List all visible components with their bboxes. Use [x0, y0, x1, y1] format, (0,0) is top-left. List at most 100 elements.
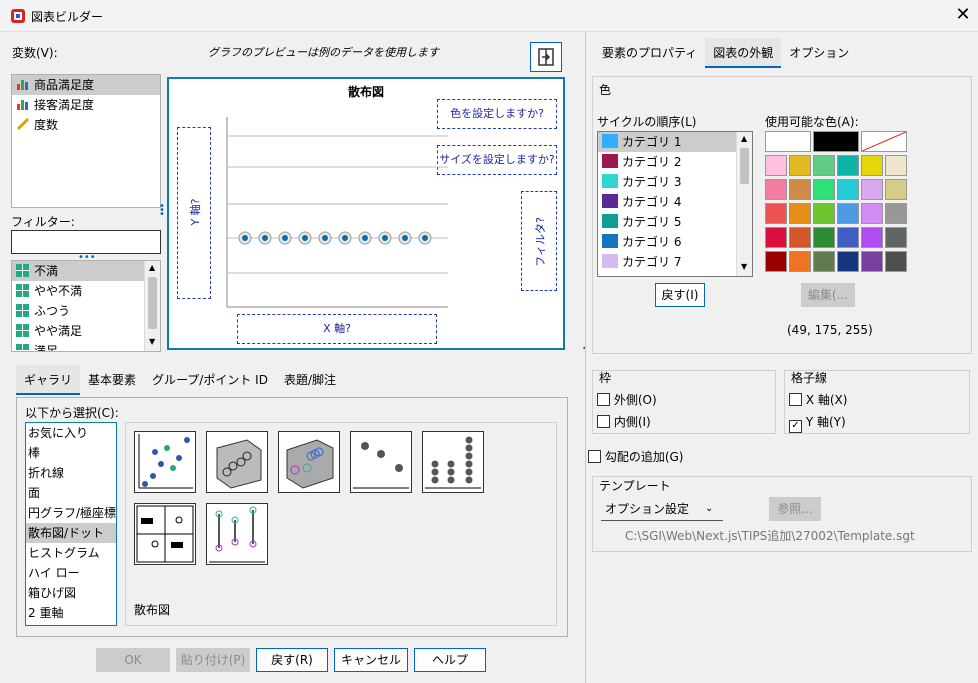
cycle-item[interactable]: カテゴリ 7: [598, 252, 736, 272]
tab-0[interactable]: ギャラリ: [16, 365, 81, 395]
cancel-button[interactable]: キャンセル: [334, 648, 408, 672]
cycle-item[interactable]: カテゴリ 6: [598, 232, 736, 252]
expand-button[interactable]: [530, 42, 562, 72]
palette-swatch[interactable]: [765, 179, 787, 200]
right-tab-1[interactable]: 図表の外観: [705, 38, 782, 68]
palette-swatch[interactable]: [861, 251, 883, 272]
splitter-grip[interactable]: • • •: [159, 202, 165, 221]
simple-scatter-thumbnail[interactable]: [134, 431, 196, 493]
reset-button[interactable]: 戻す(R): [256, 648, 328, 672]
scatter-matrix-thumbnail[interactable]: [134, 503, 196, 565]
palette-swatch[interactable]: [885, 251, 907, 272]
category-list[interactable]: 不満 やや不満 ふつう やや満足 満足 ▲ ▼: [11, 260, 161, 352]
palette-swatch[interactable]: [837, 227, 859, 248]
chart-type-item[interactable]: 散布図/ドット: [26, 523, 116, 543]
category-item[interactable]: 不満: [12, 261, 160, 281]
edit-color-button[interactable]: 編集(...: [801, 283, 855, 307]
palette-swatch[interactable]: [789, 251, 811, 272]
scroll-up-icon[interactable]: ▲: [149, 263, 155, 272]
category-item[interactable]: ふつう: [12, 301, 160, 321]
help-button[interactable]: ヘルプ: [414, 648, 486, 672]
chart-type-item[interactable]: ヒストグラム: [26, 543, 116, 563]
frame-inner-checkbox[interactable]: 内側(I): [597, 413, 651, 430]
palette-swatch[interactable]: [765, 155, 787, 176]
palette-swatch[interactable]: [789, 179, 811, 200]
filter-drop-zone[interactable]: フィルタ?: [521, 191, 557, 291]
palette-swatch[interactable]: [813, 155, 835, 176]
palette-swatch[interactable]: [813, 227, 835, 248]
tab-3[interactable]: 表題/脚注: [276, 365, 344, 395]
palette-swatch[interactable]: [861, 155, 883, 176]
chart-type-list[interactable]: お気に入り棒折れ線面円グラフ/極座標 散布図/ドット ヒストグラム ハイ ロー 箱ひげ図…: [25, 422, 117, 626]
chart-type-item[interactable]: 棒: [26, 443, 116, 463]
category-item[interactable]: やや満足: [12, 321, 160, 341]
tab-1[interactable]: 基本要素: [80, 365, 144, 395]
category-item[interactable]: やや不満: [12, 281, 160, 301]
variable-item[interactable]: 商品満足度: [12, 75, 160, 95]
palette-swatch[interactable]: [885, 155, 907, 176]
variable-item[interactable]: 接客満足度: [12, 95, 160, 115]
palette-swatch[interactable]: [765, 131, 811, 152]
chart-canvas[interactable]: 散布図 色を設定しますか? サイズを設定しますか? Y 軸? フィルタ? X 軸…: [167, 77, 565, 350]
grid-y-checkbox[interactable]: ✓ Y 軸(Y): [789, 413, 846, 433]
palette-swatch[interactable]: [765, 203, 787, 224]
palette-swatch[interactable]: [789, 227, 811, 248]
chart-type-item[interactable]: 折れ線: [26, 463, 116, 483]
cycle-item[interactable]: カテゴリ 4: [598, 192, 736, 212]
palette-swatch[interactable]: [765, 227, 787, 248]
cycle-order-list[interactable]: カテゴリ 1 カテゴリ 2 カテゴリ 3 カテゴリ 4 カテゴリ 5 カテゴリ 6 カテゴリ…: [597, 131, 753, 277]
palette-swatch[interactable]: [789, 155, 811, 176]
cycle-item[interactable]: カテゴリ 5: [598, 212, 736, 232]
palette-swatch[interactable]: [861, 179, 883, 200]
y-axis-drop-zone[interactable]: Y 軸?: [177, 127, 211, 299]
palette-swatch[interactable]: [885, 203, 907, 224]
variable-item[interactable]: 度数: [12, 115, 160, 135]
scroll-up-icon[interactable]: ▲: [741, 134, 747, 143]
drop-line-thumbnail[interactable]: [206, 503, 268, 565]
available-color-grid[interactable]: [765, 131, 911, 277]
category-item[interactable]: 満足: [12, 341, 160, 351]
chart-type-item[interactable]: 面: [26, 483, 116, 503]
cycle-scrollbar[interactable]: ▲ ▼: [736, 132, 752, 276]
right-tab-2[interactable]: オプション: [781, 38, 857, 68]
3d-scatter-thumbnail[interactable]: [206, 431, 268, 493]
gradient-checkbox[interactable]: 勾配の追加(G): [588, 448, 684, 465]
palette-swatch[interactable]: [837, 155, 859, 176]
palette-swatch[interactable]: [861, 227, 883, 248]
palette-swatch[interactable]: [813, 131, 859, 152]
reset-colors-button[interactable]: 戻す(I): [655, 283, 705, 307]
dot-plot-thumbnail[interactable]: [350, 431, 412, 493]
scroll-down-icon[interactable]: ▼: [741, 262, 747, 271]
chart-type-item[interactable]: 2 重軸: [26, 603, 116, 623]
x-axis-drop-zone[interactable]: X 軸?: [237, 314, 437, 344]
palette-swatch[interactable]: [789, 203, 811, 224]
chart-type-item[interactable]: お気に入り: [26, 423, 116, 443]
stacked-dot-thumbnail[interactable]: [422, 431, 484, 493]
right-tab-0[interactable]: 要素のプロパティ: [594, 38, 705, 68]
palette-swatch[interactable]: [885, 227, 907, 248]
chart-type-item[interactable]: 箱ひげ図: [26, 583, 116, 603]
palette-swatch[interactable]: [765, 251, 787, 272]
size-drop-zone[interactable]: サイズを設定しますか?: [437, 145, 557, 175]
filter-field[interactable]: [11, 230, 161, 254]
color-drop-zone[interactable]: 色を設定しますか?: [437, 99, 557, 129]
palette-swatch[interactable]: [813, 251, 835, 272]
frame-outer-checkbox[interactable]: 外側(O): [597, 391, 657, 408]
grid-x-checkbox[interactable]: X 軸(X): [789, 391, 847, 408]
chart-type-item[interactable]: 円グラフ/極座標: [26, 503, 116, 523]
palette-swatch[interactable]: [861, 131, 907, 152]
palette-swatch[interactable]: [885, 179, 907, 200]
palette-swatch[interactable]: [837, 251, 859, 272]
3d-grouped-scatter-thumbnail[interactable]: [278, 431, 340, 493]
palette-swatch[interactable]: [837, 179, 859, 200]
cycle-item[interactable]: カテゴリ 2: [598, 152, 736, 172]
tab-2[interactable]: グループ/ポイント ID: [144, 365, 276, 395]
cycle-item[interactable]: カテゴリ 3: [598, 172, 736, 192]
category-scrollbar[interactable]: ▲ ▼: [144, 261, 160, 351]
ok-button[interactable]: OK: [96, 648, 170, 672]
palette-swatch[interactable]: [813, 179, 835, 200]
browse-button[interactable]: 参照...: [769, 497, 821, 521]
scroll-down-icon[interactable]: ▼: [149, 337, 155, 346]
variable-list[interactable]: 商品満足度 接客満足度 度数: [11, 74, 161, 208]
palette-swatch[interactable]: [837, 203, 859, 224]
